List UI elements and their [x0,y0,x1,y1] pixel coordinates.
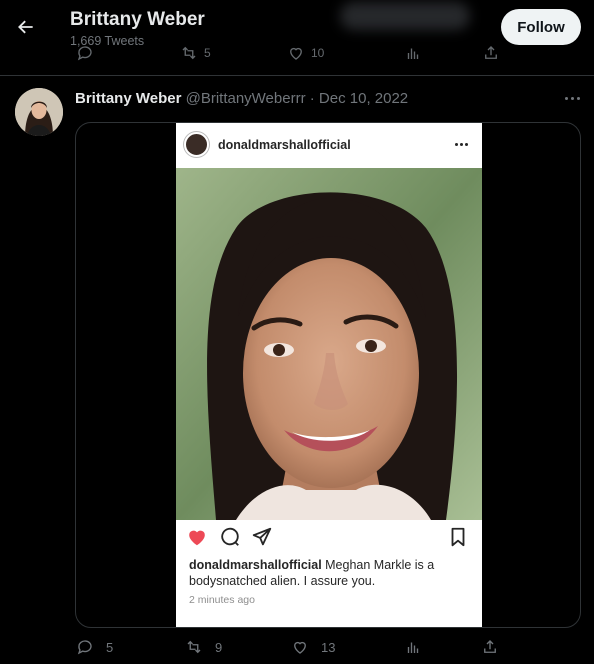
prev-like-count: 10 [311,46,325,60]
prev-views [404,44,422,62]
avatar-portrait [15,88,63,136]
back-arrow-icon [18,20,33,34]
portrait-photo [176,168,482,520]
tweet-meta: Brittany Weber @BrittanyWeberrr · Dec 10… [75,90,408,107]
tweet-actions: 5 9 13 [0,638,594,660]
back-button[interactable] [13,14,39,40]
tweet-media[interactable]: donaldmarshallofficial donaldmarshalloff… [75,122,581,628]
reply-icon [77,640,92,655]
more-icon-dot [570,96,574,100]
prev-retweet: 5 [180,44,211,62]
like-icon [294,641,306,654]
avatar[interactable] [15,88,63,136]
retweet-button[interactable]: 9 [185,638,222,656]
meta-separator: · [309,90,315,107]
profile-header: 5 10 Brittany Weber 1,669 Tweets Follow [0,0,594,76]
retweet-count: 9 [215,639,223,655]
like-count: 13 [321,639,336,655]
more-icon-dot [576,96,580,100]
ig-actions [176,523,482,553]
like-icon [290,47,302,60]
share-icon [484,640,496,653]
prev-retweet-count: 5 [204,46,211,60]
prev-share [482,44,500,62]
views-icon [407,642,419,653]
author-name[interactable]: Brittany Weber [75,90,181,107]
more-button[interactable] [560,90,584,106]
ig-more-icon [455,143,468,146]
reply-button[interactable]: 5 [76,638,113,656]
tweet-date[interactable]: Dec 10, 2022 [319,90,408,107]
reply-count: 5 [106,639,114,655]
comment-icon [221,527,239,546]
tweet-count: 1,669 Tweets [70,34,145,48]
ig-caption-user: donaldmarshallofficial [189,558,322,572]
ig-username: donaldmarshallofficial [218,138,351,152]
like-button[interactable]: 13 [291,638,335,656]
views-button[interactable] [404,638,422,656]
retweet-icon [187,640,201,654]
ig-time: 2 minutes ago [189,594,255,606]
views-icon [407,48,419,59]
blurred-region [340,2,470,30]
ig-photo [176,168,482,520]
heart-icon [189,530,205,546]
prev-like: 10 [287,44,324,62]
send-icon [252,527,272,546]
retweet-icon [182,46,196,60]
share-button[interactable] [481,638,499,656]
ig-caption: donaldmarshallofficial Meghan Markle is … [189,557,474,589]
more-icon [564,96,568,100]
share-icon [485,46,497,59]
page-title: Brittany Weber [70,9,205,30]
instagram-post-image: donaldmarshallofficial donaldmarshalloff… [176,123,482,627]
ig-avatar [184,132,209,157]
ig-post-header: donaldmarshallofficial [176,123,482,168]
follow-button[interactable]: Follow [501,9,581,45]
author-handle[interactable]: @BrittanyWeberrr [186,90,306,107]
bookmark-icon [451,527,465,547]
